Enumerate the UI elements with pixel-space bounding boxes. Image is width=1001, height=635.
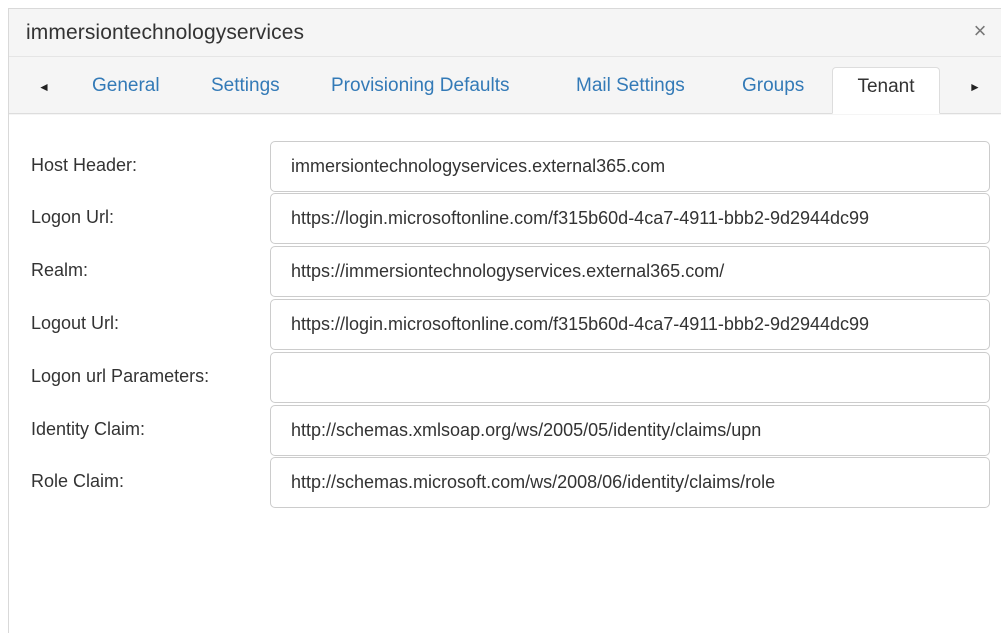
form-row-logout-url: Logout Url: https://login.microsoftonlin…	[9, 299, 1001, 351]
tenant-form: Host Header: immersiontechnologyservices…	[9, 115, 1001, 635]
identity-claim-label: Identity Claim:	[31, 419, 146, 439]
realm-label: Realm:	[31, 260, 89, 280]
form-row-identity-claim: Identity Claim: http://schemas.xmlsoap.o…	[9, 405, 1001, 457]
logout-url-field[interactable]: https://login.microsoftonline.com/f315b6…	[270, 299, 990, 350]
tab-general[interactable]: General	[92, 67, 160, 114]
logon-url-label: Logon Url:	[31, 207, 115, 227]
tab-provisioning-defaults[interactable]: Provisioning Defaults	[331, 67, 509, 114]
tab-groups[interactable]: Groups	[742, 67, 804, 114]
logout-url-label: Logout Url:	[31, 313, 120, 333]
tab-mail-settings[interactable]: Mail Settings	[576, 67, 685, 114]
tab-scroll-right-icon[interactable]: ►	[960, 67, 990, 107]
host-header-field[interactable]: immersiontechnologyservices.external365.…	[270, 141, 990, 192]
dialog-title: immersiontechnologyservices	[26, 21, 305, 44]
form-row-logon-url-parameters: Logon url Parameters:	[9, 352, 1001, 404]
form-row-realm: Realm: https://immersiontechnologyservic…	[9, 246, 1001, 298]
form-row-role-claim: Role Claim: http://schemas.microsoft.com…	[9, 457, 1001, 509]
logon-url-parameters-field[interactable]	[270, 352, 990, 403]
realm-field[interactable]: https://immersiontechnologyservices.exte…	[270, 246, 990, 297]
tab-scroll-left-icon[interactable]: ◄	[29, 67, 59, 107]
identity-claim-field[interactable]: http://schemas.xmlsoap.org/ws/2005/05/id…	[270, 405, 990, 456]
tab-settings[interactable]: Settings	[211, 67, 280, 114]
tab-strip: ◄ General Settings Provisioning Defaults…	[9, 57, 1001, 115]
dialog-titlebar: immersiontechnologyservices ×	[9, 9, 1001, 57]
form-row-host-header: Host Header: immersiontechnologyservices…	[9, 141, 1001, 193]
tab-tenant[interactable]: Tenant	[832, 67, 940, 114]
logon-url-parameters-label: Logon url Parameters:	[31, 366, 210, 386]
role-claim-field[interactable]: http://schemas.microsoft.com/ws/2008/06/…	[270, 457, 990, 508]
host-header-label: Host Header:	[31, 155, 138, 175]
role-claim-label: Role Claim:	[31, 471, 125, 491]
form-row-logon-url: Logon Url: https://login.microsoftonline…	[9, 193, 1001, 245]
logon-url-field[interactable]: https://login.microsoftonline.com/f315b6…	[270, 193, 990, 244]
tenant-settings-dialog: immersiontechnologyservices × ◄ General …	[8, 8, 1001, 635]
close-icon[interactable]: ×	[968, 18, 992, 44]
